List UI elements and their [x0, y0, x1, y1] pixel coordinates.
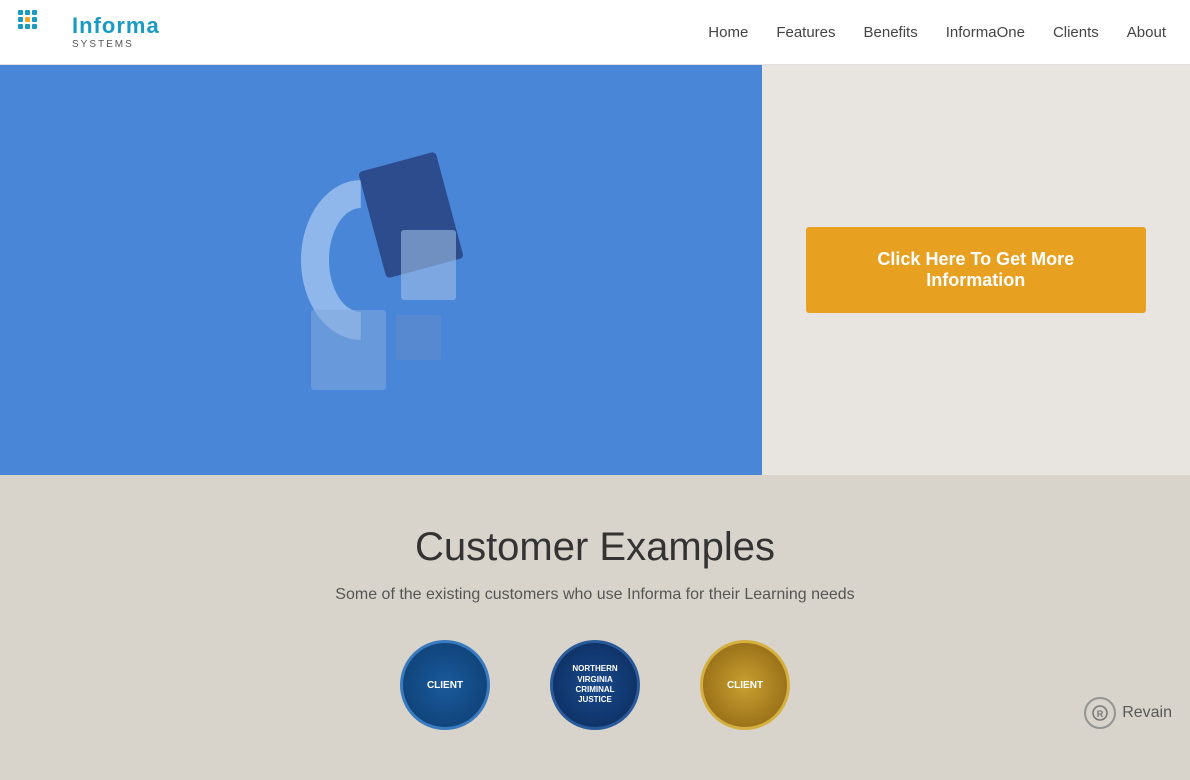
cta-button[interactable]: Click Here To Get More Information [806, 227, 1146, 313]
logo-subtitle: SYSTEMS [72, 39, 160, 50]
main-nav: Home Features Benefits InformaOne Client… [708, 24, 1166, 41]
customer-section-subheading: Some of the existing customers who use I… [20, 586, 1170, 604]
nav-benefits[interactable]: Benefits [864, 24, 918, 41]
informa-logo-icon [16, 8, 64, 56]
customer-logos: CLIENT NORTHERN VIRGINIA CRIMINAL JUSTIC… [20, 640, 1170, 750]
customer-logo-2-label: NORTHERN VIRGINIA CRIMINAL JUSTICE [561, 664, 629, 706]
nav-home[interactable]: Home [708, 24, 748, 41]
customer-logo-2: NORTHERN VIRGINIA CRIMINAL JUSTICE [550, 640, 640, 730]
shape-rect2 [311, 310, 386, 390]
customer-logo-1: CLIENT [400, 640, 490, 730]
nav-about[interactable]: About [1127, 24, 1166, 41]
hero-image-area [0, 65, 762, 475]
nav-clients[interactable]: Clients [1053, 24, 1099, 41]
customer-logo-1-label: CLIENT [427, 680, 463, 691]
site-header: Informa SYSTEMS Home Features Benefits I… [0, 0, 1190, 65]
hero-graphic [281, 140, 481, 400]
customer-section: Customer Examples Some of the existing c… [0, 475, 1190, 780]
revain-icon: R [1084, 697, 1116, 729]
revain-logo-icon: R [1091, 704, 1109, 722]
customer-section-heading: Customer Examples [20, 525, 1170, 570]
logo-text: Informa SYSTEMS [72, 14, 160, 49]
shape-rect1 [401, 230, 456, 300]
revain-watermark: R Revain [1084, 697, 1172, 729]
shape-rect3 [396, 315, 441, 360]
logo[interactable]: Informa SYSTEMS [16, 8, 160, 56]
nav-informaone[interactable]: InformaOne [946, 24, 1025, 41]
nav-features[interactable]: Features [776, 24, 835, 41]
customer-logo-3-label: CLIENT [727, 680, 763, 691]
logo-brand: Informa [72, 14, 160, 38]
hero-section: Click Here To Get More Information [0, 65, 1190, 475]
customer-logo-3: CLIENT [700, 640, 790, 730]
hero-cta-area: Click Here To Get More Information [762, 65, 1190, 475]
svg-text:R: R [1097, 709, 1104, 719]
revain-label: Revain [1122, 704, 1172, 722]
